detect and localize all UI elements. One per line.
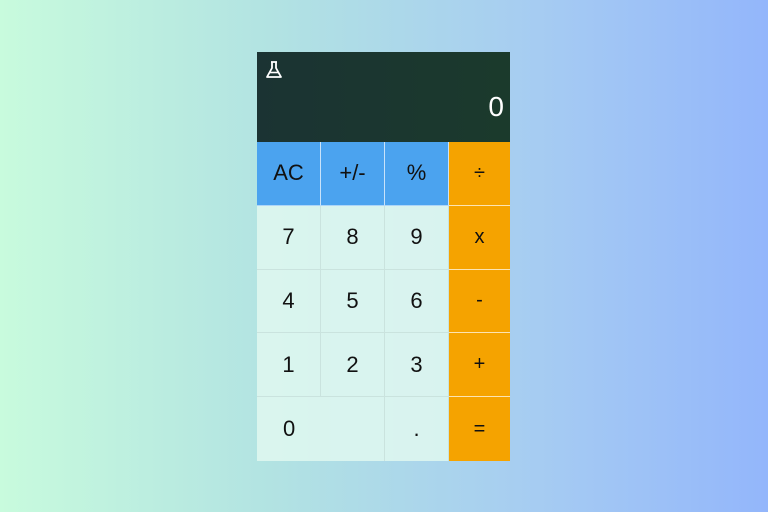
digit-4-button[interactable]: 4 [257,269,321,334]
percent-button[interactable]: % [385,142,449,206]
calculator-display: 0 [257,52,510,142]
keypad: AC +/- % ÷ 7 8 9 x 4 5 6 - 1 2 3 + 0 . = [257,142,510,461]
calculator: 0 AC +/- % ÷ 7 8 9 x 4 5 6 - 1 2 3 + 0 .… [257,52,510,461]
divide-button[interactable]: ÷ [449,142,510,206]
sign-toggle-button[interactable]: +/- [321,142,385,206]
equals-button[interactable]: = [449,397,510,461]
multiply-button[interactable]: x [449,205,510,270]
display-value: 0 [488,91,504,122]
digit-2-button[interactable]: 2 [321,333,385,398]
digit-5-button[interactable]: 5 [321,269,385,334]
subtract-button[interactable]: - [449,269,510,334]
digit-7-button[interactable]: 7 [257,205,321,270]
digit-9-button[interactable]: 9 [385,205,449,270]
digit-3-button[interactable]: 3 [385,333,449,398]
add-button[interactable]: + [449,333,510,398]
digit-8-button[interactable]: 8 [321,205,385,270]
digit-1-button[interactable]: 1 [257,333,321,398]
digit-6-button[interactable]: 6 [385,269,449,334]
decimal-button[interactable]: . [385,397,449,461]
clear-button[interactable]: AC [257,142,321,206]
flask-icon[interactable] [265,60,283,80]
digit-0-button[interactable]: 0 [257,397,385,461]
